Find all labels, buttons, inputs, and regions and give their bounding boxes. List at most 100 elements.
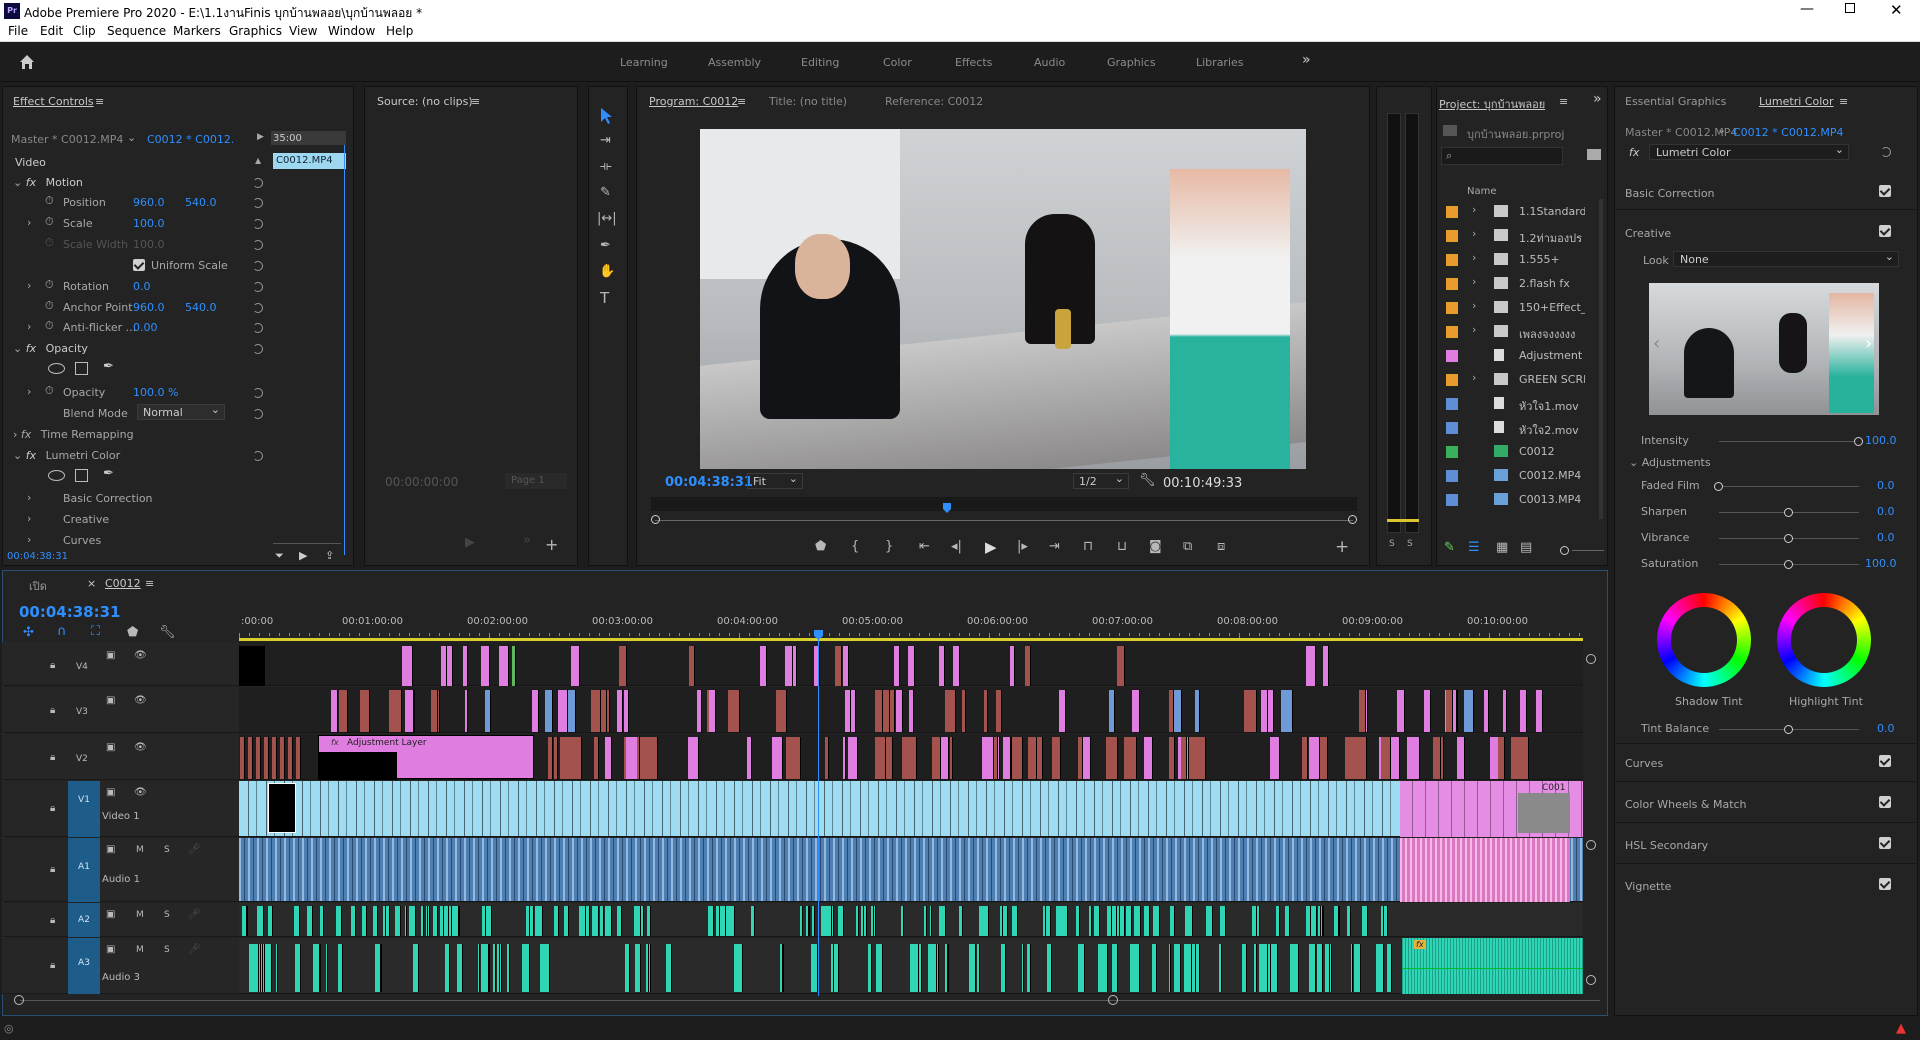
v3-clip[interactable]: [591, 690, 602, 732]
project-item[interactable]: หัวใจ1.mov: [1438, 392, 1590, 416]
camera-icon[interactable]: ◙: [1149, 539, 1162, 554]
a3-clip[interactable]: [258, 944, 262, 992]
lock-icon[interactable]: 🔒︎: [50, 752, 55, 763]
v4-clip[interactable]: [953, 646, 960, 686]
razor-tool-icon[interactable]: ✎: [600, 185, 611, 200]
v4-clip[interactable]: [843, 646, 849, 686]
mute-button[interactable]: M: [136, 845, 144, 855]
a2-clip[interactable]: [1154, 906, 1161, 936]
expand-folder-icon[interactable]: ›: [1472, 371, 1476, 384]
a3-clip[interactable]: [414, 944, 419, 992]
stopwatch-icon[interactable]: ⏱: [45, 319, 54, 333]
v2-clip[interactable]: [1354, 737, 1368, 779]
ws-libraries[interactable]: Libraries: [1196, 56, 1244, 69]
v2-clip[interactable]: [981, 737, 994, 779]
v4-clip[interactable]: [938, 646, 946, 686]
v4-clip[interactable]: [239, 646, 265, 686]
v3-clip[interactable]: [1108, 690, 1116, 732]
v4-clip[interactable]: [908, 646, 916, 686]
scrubber-start-handle[interactable]: [651, 515, 660, 524]
lock-icon[interactable]: 🔒︎: [50, 803, 55, 814]
v3-clip[interactable]: [1267, 690, 1275, 732]
lock-icon[interactable]: 🔒︎: [50, 660, 55, 671]
mute-button[interactable]: M: [136, 945, 144, 955]
a2-clip[interactable]: [811, 906, 816, 936]
track-label-v1[interactable]: V1: [68, 781, 100, 837]
project-search-input[interactable]: ⌕: [1441, 147, 1563, 165]
project-item[interactable]: › 1.2ท่ามองปร: [1438, 224, 1590, 248]
menu-clip[interactable]: Clip: [73, 24, 96, 38]
project-item[interactable]: C0012.MP4: [1438, 464, 1590, 488]
a3-clip[interactable]: [444, 944, 450, 992]
solo-button[interactable]: S: [164, 845, 170, 855]
menu-help[interactable]: Help: [386, 24, 413, 38]
a2-clip[interactable]: [350, 906, 357, 936]
a2-clip[interactable]: [1043, 906, 1046, 936]
mark-in-icon[interactable]: {: [851, 539, 859, 554]
v3-clip[interactable]: [1446, 690, 1454, 732]
v4-clip[interactable]: [1010, 646, 1015, 686]
reset-icon[interactable]: [253, 282, 263, 292]
play-audio-icon[interactable]: ▶: [299, 549, 307, 562]
a3-clip[interactable]: [497, 944, 501, 992]
v4-clip[interactable]: [618, 646, 628, 686]
v4-clip[interactable]: [760, 646, 768, 686]
a2-clip[interactable]: [1220, 906, 1227, 936]
vibrance-knob[interactable]: [1784, 534, 1793, 543]
v3-clip[interactable]: [1169, 690, 1175, 732]
v3-clip[interactable]: [338, 690, 348, 732]
a2-clip[interactable]: [1381, 906, 1385, 936]
v2-clip[interactable]: [1192, 737, 1206, 779]
v2-clip[interactable]: [1051, 737, 1061, 779]
pencil-icon[interactable]: ✎: [1444, 540, 1455, 555]
a2-clip[interactable]: [307, 906, 313, 936]
ws-graphics[interactable]: Graphics: [1107, 56, 1156, 69]
a2-clip[interactable]: [999, 906, 1003, 936]
v4-clip[interactable]: [498, 646, 509, 686]
faded-film-slider[interactable]: [1714, 482, 1859, 491]
tab-program[interactable]: Program: C0012: [649, 95, 738, 108]
reset-icon[interactable]: [253, 409, 263, 419]
vignette-checkbox[interactable]: [1879, 878, 1891, 890]
project-item[interactable]: หัวใจ2.mov: [1438, 416, 1590, 440]
a3-clip[interactable]: [1386, 944, 1392, 992]
timeline-horizontal-scrollbar[interactable]: [20, 1000, 1600, 1001]
expand-folder-icon[interactable]: ›: [1472, 203, 1476, 216]
ec-timecode[interactable]: 00:04:38:31: [7, 551, 68, 562]
program-video-frame[interactable]: [700, 129, 1306, 469]
a2-clip[interactable]: [608, 906, 613, 936]
menu-file[interactable]: File: [8, 24, 28, 38]
scale-value[interactable]: 100.0: [133, 217, 165, 230]
a2-clip[interactable]: [530, 906, 534, 936]
v3-clip[interactable]: [995, 690, 1003, 732]
pen-mask-icon[interactable]: ✒: [103, 466, 114, 481]
icon-view-icon[interactable]: ▦: [1496, 540, 1508, 555]
v3-clip[interactable]: [895, 690, 904, 732]
curves-label[interactable]: Curves: [63, 534, 101, 547]
v4-clip[interactable]: [1025, 646, 1032, 686]
a3-clip[interactable]: [976, 944, 980, 992]
comparison-view-icon[interactable]: ⧉: [1183, 539, 1192, 554]
time-remapping-section[interactable]: › fx Time Remapping: [13, 428, 134, 441]
play-icon[interactable]: ▶: [465, 535, 475, 550]
eye-icon[interactable]: 👁︎: [134, 742, 147, 753]
lock-icon[interactable]: 🔒︎: [50, 915, 55, 926]
scroll-mid-handle[interactable]: [1108, 995, 1118, 1005]
toggle-output-icon[interactable]: ▣: [106, 650, 115, 661]
a2-clip[interactable]: [405, 906, 408, 936]
v2-clip[interactable]: [547, 737, 554, 779]
lane-v1[interactable]: [239, 781, 1583, 837]
a2-clip[interactable]: [1003, 906, 1009, 936]
a2-clip[interactable]: [634, 906, 641, 936]
a2-clip[interactable]: [1170, 906, 1175, 936]
expand-icon[interactable]: ›: [27, 512, 31, 525]
a2-clip[interactable]: [373, 906, 379, 936]
label-color-swatch[interactable]: [1446, 422, 1458, 434]
a2-clip[interactable]: [1362, 906, 1368, 936]
a2-clip[interactable]: [1143, 906, 1151, 936]
v4-clip[interactable]: [689, 646, 696, 686]
toggle-sync-icon[interactable]: ▣: [106, 844, 115, 855]
a2-clip[interactable]: [939, 906, 946, 936]
v4-clip[interactable]: [894, 646, 901, 686]
a2-clip[interactable]: [708, 906, 715, 936]
